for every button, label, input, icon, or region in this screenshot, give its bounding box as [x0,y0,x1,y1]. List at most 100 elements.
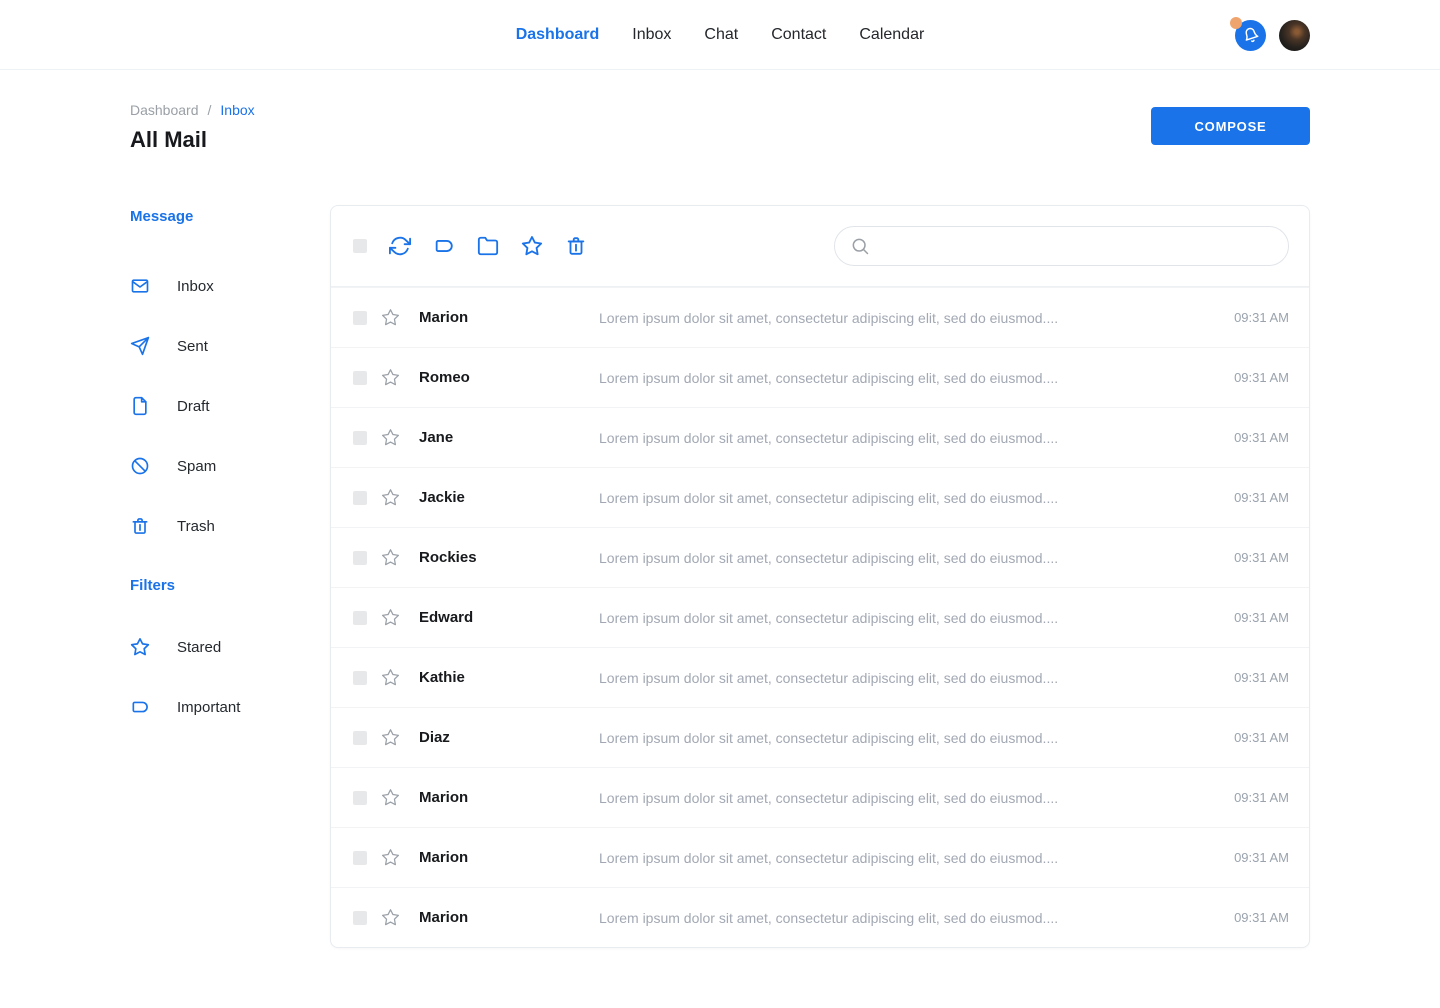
label-icon[interactable] [433,235,455,257]
mail-row[interactable]: Marion Lorem ipsum dolor sit amet, conse… [331,767,1309,827]
sidebar-heading-filters: Filters [130,577,330,595]
star-icon[interactable] [381,668,400,687]
sidebar-heading-message: Message [130,208,330,226]
row-checkbox[interactable] [353,371,367,385]
star-icon[interactable] [381,368,400,387]
mail-row[interactable]: Marion Lorem ipsum dolor sit amet, conse… [331,887,1309,947]
mail-time: 09:31 AM [1234,430,1289,445]
bell-icon [1243,27,1259,43]
mail-sender: Jackie [419,489,599,506]
mail-preview: Lorem ipsum dolor sit amet, consectetur … [599,850,1218,866]
search-input[interactable] [880,238,1273,254]
mail-preview: Lorem ipsum dolor sit amet, consectetur … [599,370,1218,386]
star-icon[interactable] [381,908,400,927]
block-icon [130,456,150,476]
mail-row[interactable]: Romeo Lorem ipsum dolor sit amet, consec… [331,347,1309,407]
row-checkbox[interactable] [353,731,367,745]
content: Message Inbox Sent Draft [130,205,1310,948]
star-icon[interactable] [381,788,400,807]
row-checkbox[interactable] [353,851,367,865]
compose-button[interactable]: COMPOSE [1151,107,1310,145]
page-head-left: Dashboard / Inbox All Mail [130,102,255,153]
toolbar-icons [389,235,587,257]
sidebar-item[interactable]: Spam [130,436,330,496]
row-checkbox[interactable] [353,671,367,685]
nav-link[interactable]: Inbox [632,26,671,44]
mail-time: 09:31 AM [1234,610,1289,625]
refresh-icon[interactable] [389,235,411,257]
trash-icon[interactable] [565,235,587,257]
mail-time: 09:31 AM [1234,790,1289,805]
sidebar-item[interactable]: Sent [130,316,330,376]
mail-toolbar [331,206,1309,287]
top-bar: Dashboard Inbox Chat Contact Calendar [0,0,1440,70]
sidebar-item[interactable]: Trash [130,496,330,556]
breadcrumb-dashboard[interactable]: Dashboard [130,102,199,118]
mail-sender: Marion [419,849,599,866]
mail-row[interactable]: Marion Lorem ipsum dolor sit amet, conse… [331,827,1309,887]
star-icon[interactable] [381,848,400,867]
page-head: Dashboard / Inbox All Mail COMPOSE [130,70,1310,153]
mail-row[interactable]: Jane Lorem ipsum dolor sit amet, consect… [331,407,1309,467]
trash-icon [130,516,150,536]
row-checkbox[interactable] [353,431,367,445]
sidebar-item[interactable]: Stared [130,617,330,677]
mail-preview: Lorem ipsum dolor sit amet, consectetur … [599,310,1218,326]
mail-preview: Lorem ipsum dolor sit amet, consectetur … [599,670,1218,686]
sidebar-item-label: Inbox [177,278,214,295]
nav-link[interactable]: Calendar [859,26,924,44]
mail-row[interactable]: Kathie Lorem ipsum dolor sit amet, conse… [331,647,1309,707]
search-box[interactable] [834,226,1289,266]
label-icon [130,697,150,717]
notifications-button[interactable] [1235,20,1266,51]
folder-icon[interactable] [477,235,499,257]
sidebar: Message Inbox Sent Draft [130,205,330,737]
sidebar-item[interactable]: Draft [130,376,330,436]
mail-time: 09:31 AM [1234,550,1289,565]
mail-row[interactable]: Marion Lorem ipsum dolor sit amet, conse… [331,287,1309,347]
sidebar-item[interactable]: Important [130,677,330,737]
row-checkbox[interactable] [353,311,367,325]
star-icon[interactable] [381,728,400,747]
sidebar-item-label: Trash [177,518,215,535]
row-checkbox[interactable] [353,491,367,505]
row-checkbox[interactable] [353,551,367,565]
sidebar-filters-list: Stared Important [130,617,330,737]
select-all-checkbox[interactable] [353,239,367,253]
mail-sender: Diaz [419,729,599,746]
sidebar-message-list: Inbox Sent Draft Spam [130,256,330,556]
nav-link[interactable]: Dashboard [516,26,600,44]
star-icon[interactable] [381,428,400,447]
avatar[interactable] [1279,20,1310,51]
row-checkbox[interactable] [353,791,367,805]
mail-time: 09:31 AM [1234,670,1289,685]
search-icon [850,236,870,256]
mail-row[interactable]: Diaz Lorem ipsum dolor sit amet, consect… [331,707,1309,767]
mail-preview: Lorem ipsum dolor sit amet, consectetur … [599,910,1218,926]
mail-time: 09:31 AM [1234,310,1289,325]
star-icon [130,637,150,657]
star-icon[interactable] [381,548,400,567]
mail-row[interactable]: Rockies Lorem ipsum dolor sit amet, cons… [331,527,1309,587]
row-checkbox[interactable] [353,611,367,625]
star-icon[interactable] [381,308,400,327]
nav-link[interactable]: Chat [704,26,738,44]
mail-preview: Lorem ipsum dolor sit amet, consectetur … [599,610,1218,626]
mail-time: 09:31 AM [1234,490,1289,505]
page-title: All Mail [130,127,255,153]
sidebar-item[interactable]: Inbox [130,256,330,316]
file-icon [130,396,150,416]
mail-row[interactable]: Jackie Lorem ipsum dolor sit amet, conse… [331,467,1309,527]
row-checkbox[interactable] [353,911,367,925]
sidebar-item-label: Stared [177,639,221,656]
mail-row[interactable]: Edward Lorem ipsum dolor sit amet, conse… [331,587,1309,647]
star-icon[interactable] [521,235,543,257]
send-icon [130,336,150,356]
breadcrumb-inbox[interactable]: Inbox [220,102,254,118]
mail-time: 09:31 AM [1234,370,1289,385]
page: Dashboard / Inbox All Mail COMPOSE Messa… [0,70,1440,948]
star-icon[interactable] [381,608,400,627]
breadcrumb: Dashboard / Inbox [130,102,255,118]
nav-link[interactable]: Contact [771,26,826,44]
star-icon[interactable] [381,488,400,507]
